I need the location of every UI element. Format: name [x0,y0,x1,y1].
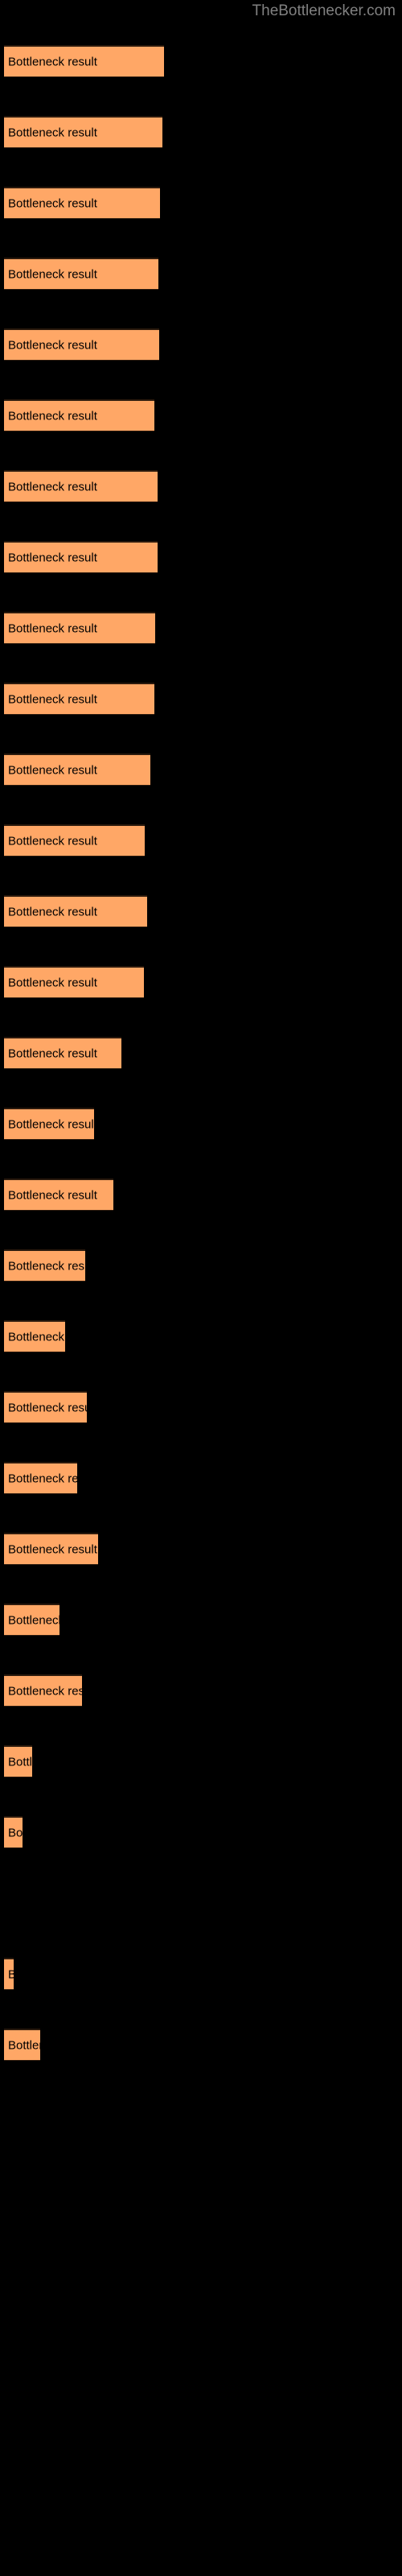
bar-label: Bottleneck result [8,196,97,210]
bar-item[interactable]: Bottleneck result [4,612,155,644]
bar-label: Bottleneck result [8,267,97,281]
bar-label: Bottleneck result [8,551,97,564]
bar-item[interactable]: Bottleneck result [4,1604,59,1636]
bar-label: Bottleneck result [8,1684,82,1698]
bar-label: Bottleneck result [8,1188,97,1202]
bar-item[interactable]: Bottleneck result [4,399,154,431]
bar-item[interactable]: Bottleneck result [4,541,158,573]
bar-label: Bottleneck result [8,338,97,352]
bar-label: Bottleneck result [8,1117,94,1131]
bar-label: Bottleneck result [8,1046,97,1060]
bar-item[interactable]: Bottleneck result [4,1179,113,1211]
bar-item[interactable]: Bottleneck result [4,187,160,219]
bar-item[interactable]: Bottleneck result [4,895,147,927]
bar-item[interactable]: Bottleneck result [4,1745,32,1777]
bar-label: Bottleneck result [8,1401,87,1414]
bar-item[interactable]: Bottleneck result [4,1816,23,1848]
bar-item[interactable]: Bottleneck result [4,753,150,786]
bar-label: Bottleneck result [8,2038,40,2052]
bar-item[interactable]: Bottleneck result [4,470,158,502]
bar-label: Bottleneck result [8,692,97,706]
bar-item[interactable]: Bottleneck result [4,116,162,148]
bar-item[interactable]: Bottleneck result [4,1249,85,1282]
bar-item[interactable]: Bottleneck result [4,1533,98,1565]
bar-item[interactable]: Bottleneck result [4,258,158,290]
bar-label: Bottleneck result [8,834,97,848]
bars-container: Bottleneck result Bottleneck result Bottle… [0,0,402,2576]
bar-item[interactable]: Bottleneck result [4,1674,82,1707]
bar-label: Bottleneck result [8,1755,32,1769]
bar-item[interactable]: Bottleneck result [4,1320,65,1352]
bar-item[interactable]: Bottleneck result [4,1462,77,1494]
bar-item[interactable]: Bottleneck result [4,824,145,857]
bar-label: Bottleneck result [8,976,97,989]
bar-label: Bottleneck result [8,409,97,423]
bar-item[interactable]: Bottleneck result [4,45,164,77]
bar-label: Bottleneck result [8,763,97,777]
bar-item[interactable]: Bottleneck result [4,683,154,715]
bar-label: Bottleneck result [8,1542,97,1556]
bar-item[interactable]: Bottleneck result [4,1108,94,1140]
bar-label: Bottleneck result [8,1472,77,1485]
bar-item[interactable]: Bottleneck result [4,1958,14,1990]
bar-label: Bottleneck result [8,1259,85,1273]
bar-item[interactable]: Bottleneck result [4,1391,87,1423]
bar-label: Bottleneck result [8,1826,23,1839]
bar-item[interactable]: Bottleneck result [4,2029,40,2061]
bar-label: Bottleneck result [8,905,97,919]
bar-label: Bottleneck result [8,1613,59,1627]
bar-label: Bottleneck result [8,1330,65,1344]
bar-label: Bottleneck result [8,480,97,493]
bar-label: Bottleneck result [8,126,97,139]
bar-label: Bottleneck result [8,1967,14,1981]
bar-item[interactable]: Bottleneck result [4,328,159,361]
bar-item[interactable]: Bottleneck result [4,1037,121,1069]
bar-item[interactable]: Bottleneck result [4,966,144,998]
bar-label: Bottleneck result [8,55,97,68]
bar-chart-canvas: TheBottlenecker.com Bottleneck result Bot… [0,0,402,2576]
bar-label: Bottleneck result [8,621,97,635]
